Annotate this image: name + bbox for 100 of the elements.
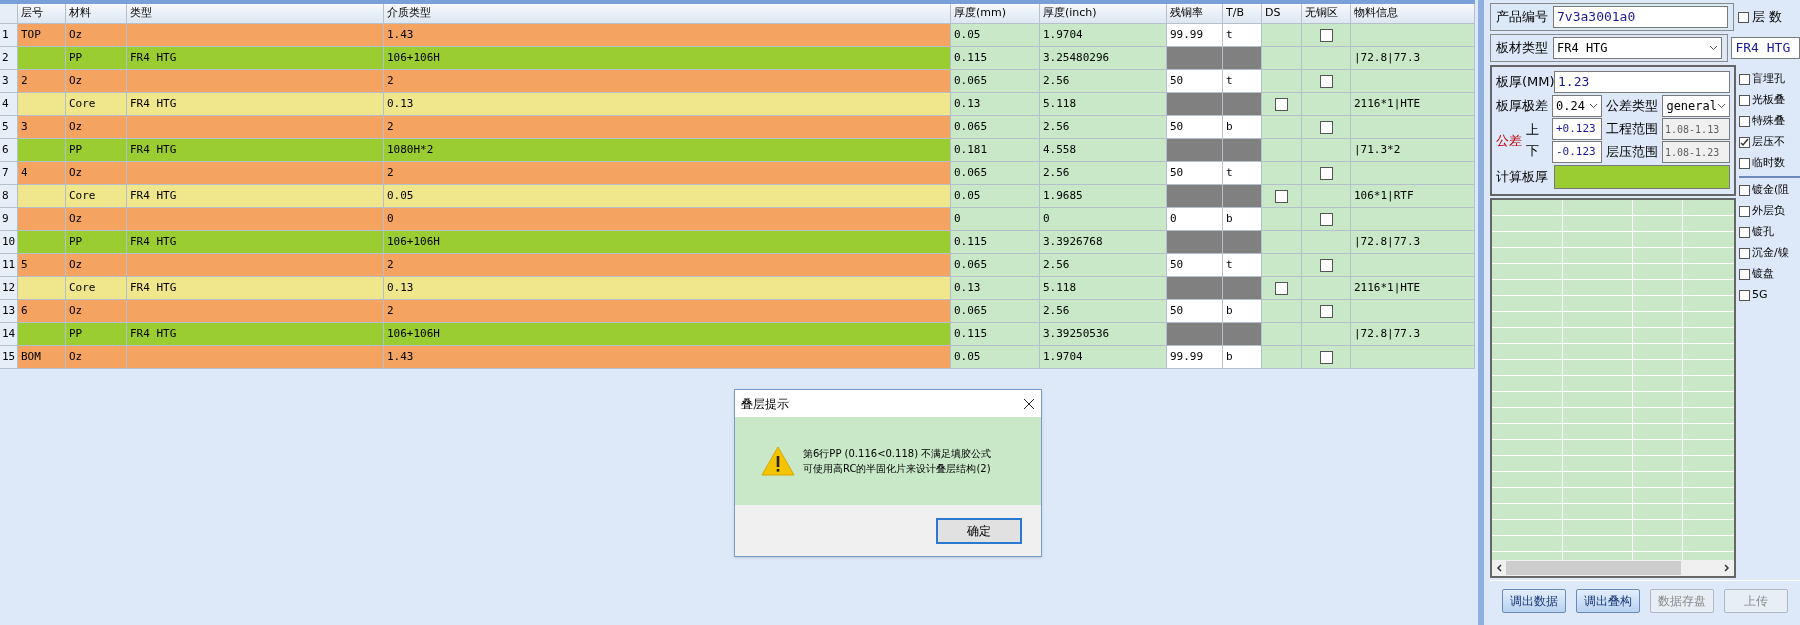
- table-cell: FR4 HTG: [127, 47, 384, 70]
- text-field[interactable]: -0.123: [1551, 141, 1602, 163]
- text-field[interactable]: 7v3a3001a0: [1553, 6, 1728, 28]
- table-cell: 0.065: [951, 254, 1040, 277]
- table-cell: 2.56: [1040, 254, 1167, 277]
- checkbox[interactable]: [1739, 269, 1750, 280]
- checkbox[interactable]: [1275, 281, 1288, 295]
- table-cell: 0: [384, 208, 951, 231]
- checkbox[interactable]: [1275, 189, 1288, 203]
- checkbox[interactable]: [1738, 11, 1749, 23]
- table-cell: [18, 231, 66, 254]
- checkbox[interactable]: [1319, 350, 1333, 364]
- table-cell: PP: [66, 47, 127, 70]
- checkbox[interactable]: [1319, 166, 1333, 180]
- column-header[interactable]: 介质类型: [384, 4, 951, 24]
- text-field[interactable]: 1.23: [1554, 71, 1730, 93]
- checkbox[interactable]: [1739, 185, 1750, 196]
- table-cell: Oz: [66, 162, 127, 185]
- table-cell: BOM: [18, 346, 66, 369]
- checkbox[interactable]: [1739, 116, 1750, 127]
- column-header[interactable]: 残铜率: [1167, 4, 1223, 24]
- option-label: 临时数: [1752, 155, 1785, 172]
- checkbox[interactable]: [1319, 258, 1333, 272]
- horizontal-scrollbar[interactable]: [1492, 560, 1734, 576]
- table-cell: TOP: [18, 24, 66, 47]
- table-cell: 106+106H: [384, 231, 951, 254]
- checkbox[interactable]: [1739, 137, 1750, 148]
- table-cell: 2.56: [1040, 162, 1167, 185]
- table-cell: 2: [384, 162, 951, 185]
- checkbox[interactable]: [1319, 304, 1333, 318]
- checkbox[interactable]: [1739, 158, 1750, 169]
- checkbox[interactable]: [1275, 97, 1288, 111]
- table-cell: 0.115: [951, 47, 1040, 70]
- ok-button[interactable]: 确定: [936, 517, 1022, 544]
- table-cell: 0.181: [951, 139, 1040, 162]
- table-cell: 0.065: [951, 300, 1040, 323]
- text-field[interactable]: FR4 HTG: [1731, 37, 1800, 59]
- chevron-down-icon: [1589, 103, 1599, 109]
- column-header[interactable]: 类型: [127, 4, 384, 24]
- table-cell: FR4 HTG: [127, 185, 384, 208]
- row-number: 9: [0, 208, 18, 231]
- checkbox[interactable]: [1319, 28, 1333, 42]
- checkbox[interactable]: [1319, 212, 1333, 226]
- option-label: 层压不: [1752, 134, 1785, 151]
- text-field[interactable]: +0.123: [1551, 118, 1602, 140]
- table-cell: FR4 HTG: [127, 277, 384, 300]
- dropdown[interactable]: 0.24: [1552, 95, 1603, 117]
- column-header[interactable]: 厚度(mm): [951, 4, 1040, 24]
- table-cell: [1262, 47, 1302, 70]
- column-header[interactable]: T/B: [1223, 4, 1262, 24]
- column-header[interactable]: DS: [1262, 4, 1302, 24]
- checkbox[interactable]: [1739, 74, 1750, 85]
- text-field[interactable]: 1.08-1.23: [1662, 141, 1730, 163]
- checkbox[interactable]: [1319, 74, 1333, 88]
- row-number: 8: [0, 185, 18, 208]
- column-header[interactable]: 厚度(inch): [1040, 4, 1167, 24]
- column-header[interactable]: 材料: [66, 4, 127, 24]
- column-header[interactable]: 物料信息: [1351, 4, 1475, 24]
- table-cell: Oz: [66, 254, 127, 277]
- table-cell: [18, 47, 66, 70]
- action-button[interactable]: 调出叠构: [1576, 589, 1640, 613]
- table-cell: 3.25480296: [1040, 47, 1167, 70]
- row-number: 7: [0, 162, 18, 185]
- table-cell: 0.065: [951, 162, 1040, 185]
- tolerance-label: 公差: [1496, 131, 1522, 150]
- table-cell: 0.065: [951, 116, 1040, 139]
- table-cell: 4.558: [1040, 139, 1167, 162]
- checkbox[interactable]: [1739, 206, 1750, 217]
- field-label: 产品编号: [1496, 8, 1548, 27]
- checkbox[interactable]: [1739, 95, 1750, 106]
- table-cell: PP: [66, 139, 127, 162]
- action-button[interactable]: 调出数据: [1502, 589, 1566, 613]
- text-field[interactable]: 1.08-1.13: [1662, 118, 1730, 140]
- table-cell: t: [1223, 162, 1262, 185]
- table-cell: Oz: [66, 346, 127, 369]
- column-header[interactable]: 层号: [18, 4, 66, 24]
- checkbox[interactable]: [1739, 227, 1750, 238]
- checkbox[interactable]: [1739, 248, 1750, 259]
- dialog-message: 可使用高RC的半固化片来设计叠层结构(2): [803, 462, 992, 476]
- table-cell: 2116*1|HTE: [1351, 277, 1475, 300]
- table-cell: t: [1223, 70, 1262, 93]
- row-number: 6: [0, 139, 18, 162]
- column-header[interactable]: 无铜区: [1302, 4, 1351, 24]
- dropdown[interactable]: general: [1662, 95, 1730, 117]
- table-cell: 5: [18, 254, 66, 277]
- table-cell: 0.115: [951, 231, 1040, 254]
- dropdown[interactable]: FR4 HTG: [1553, 37, 1723, 59]
- table-cell: [1223, 47, 1262, 70]
- table-cell: 0.05: [951, 185, 1040, 208]
- checkbox[interactable]: [1739, 290, 1750, 301]
- row-number: 4: [0, 93, 18, 116]
- table-cell: [18, 139, 66, 162]
- row-number: 3: [0, 70, 18, 93]
- table-cell: [1167, 47, 1223, 70]
- table-cell: 5.118: [1040, 277, 1167, 300]
- check-icon: [1740, 138, 1749, 147]
- checkbox[interactable]: [1319, 120, 1333, 134]
- table-cell: PP: [66, 231, 127, 254]
- table-cell: [18, 93, 66, 116]
- close-icon[interactable]: [1023, 397, 1035, 410]
